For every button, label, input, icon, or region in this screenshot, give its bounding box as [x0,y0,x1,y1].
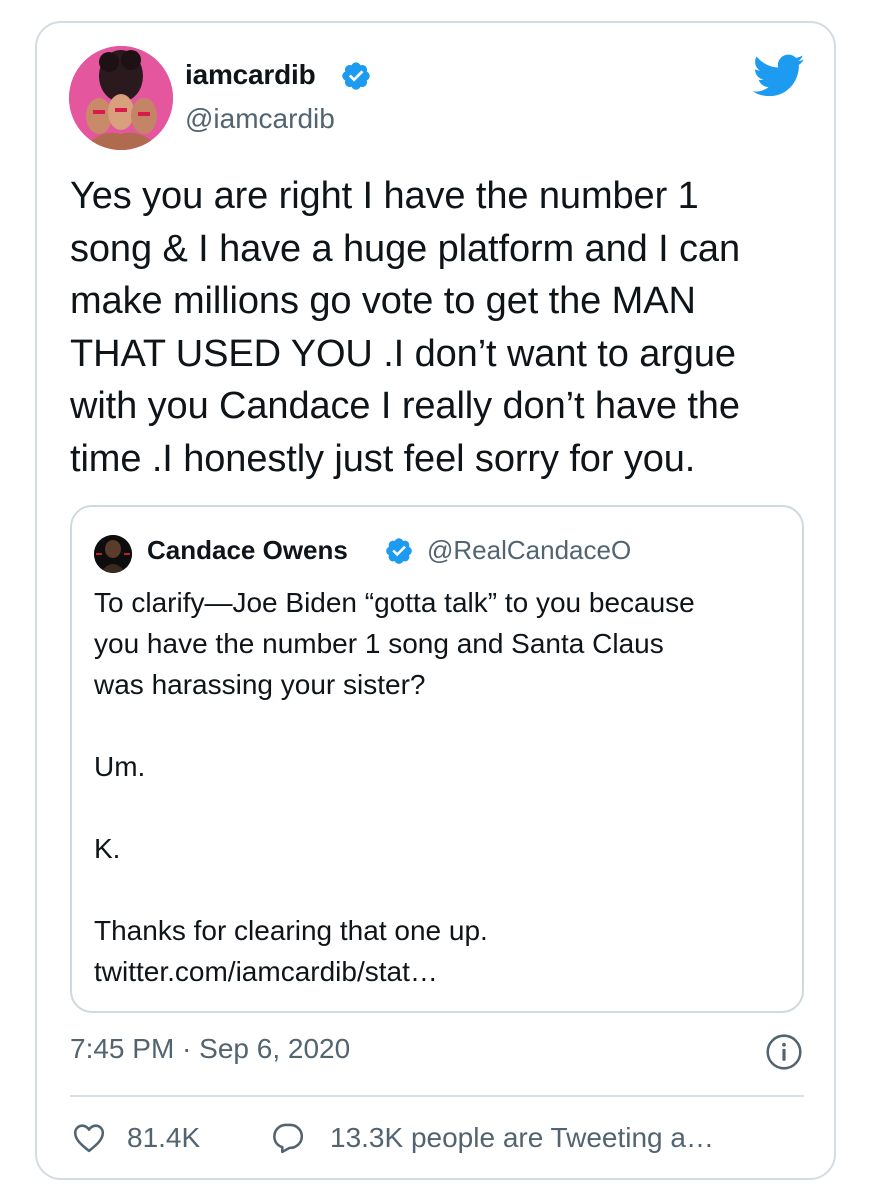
verified-badge-icon [386,538,412,564]
verified-badge-icon [342,62,370,90]
tweet-timestamp[interactable]: 7:45 PM · Sep 6, 2020 [70,1033,350,1065]
like-button[interactable]: 81.4K [71,1118,200,1158]
quoted-tweet-text: To clarify—Joe Biden “gotta talk” to you… [94,587,695,946]
author-display-name[interactable]: iamcardib [185,59,316,91]
quoted-tweet-link[interactable]: twitter.com/iamcardib/stat… [94,956,438,988]
quoted-tweet[interactable]: Candace Owens @RealCandaceO To clarify—J… [70,505,804,1013]
twitter-bird-icon[interactable] [753,53,805,99]
info-icon[interactable] [765,1033,803,1071]
quoted-handle[interactable]: @RealCandaceO [427,535,631,566]
like-count: 81.4K [127,1122,201,1153]
quoted-author-avatar[interactable] [94,535,132,573]
reply-conversation-link[interactable]: 13.3K people are Tweeting a… [270,1118,714,1158]
heart-icon [73,1124,105,1153]
author-avatar[interactable] [69,46,173,150]
tweet-card: iamcardib @iamcardib Yes you are right I… [35,21,836,1180]
conversation-count: 13.3K people are Tweeting a… [330,1122,714,1153]
divider [70,1095,804,1097]
tweet-text: Yes you are right I have the number 1 so… [70,175,740,480]
quoted-display-name[interactable]: Candace Owens [147,535,348,566]
speech-bubble-icon [273,1123,304,1154]
author-handle[interactable]: @iamcardib [185,103,335,135]
